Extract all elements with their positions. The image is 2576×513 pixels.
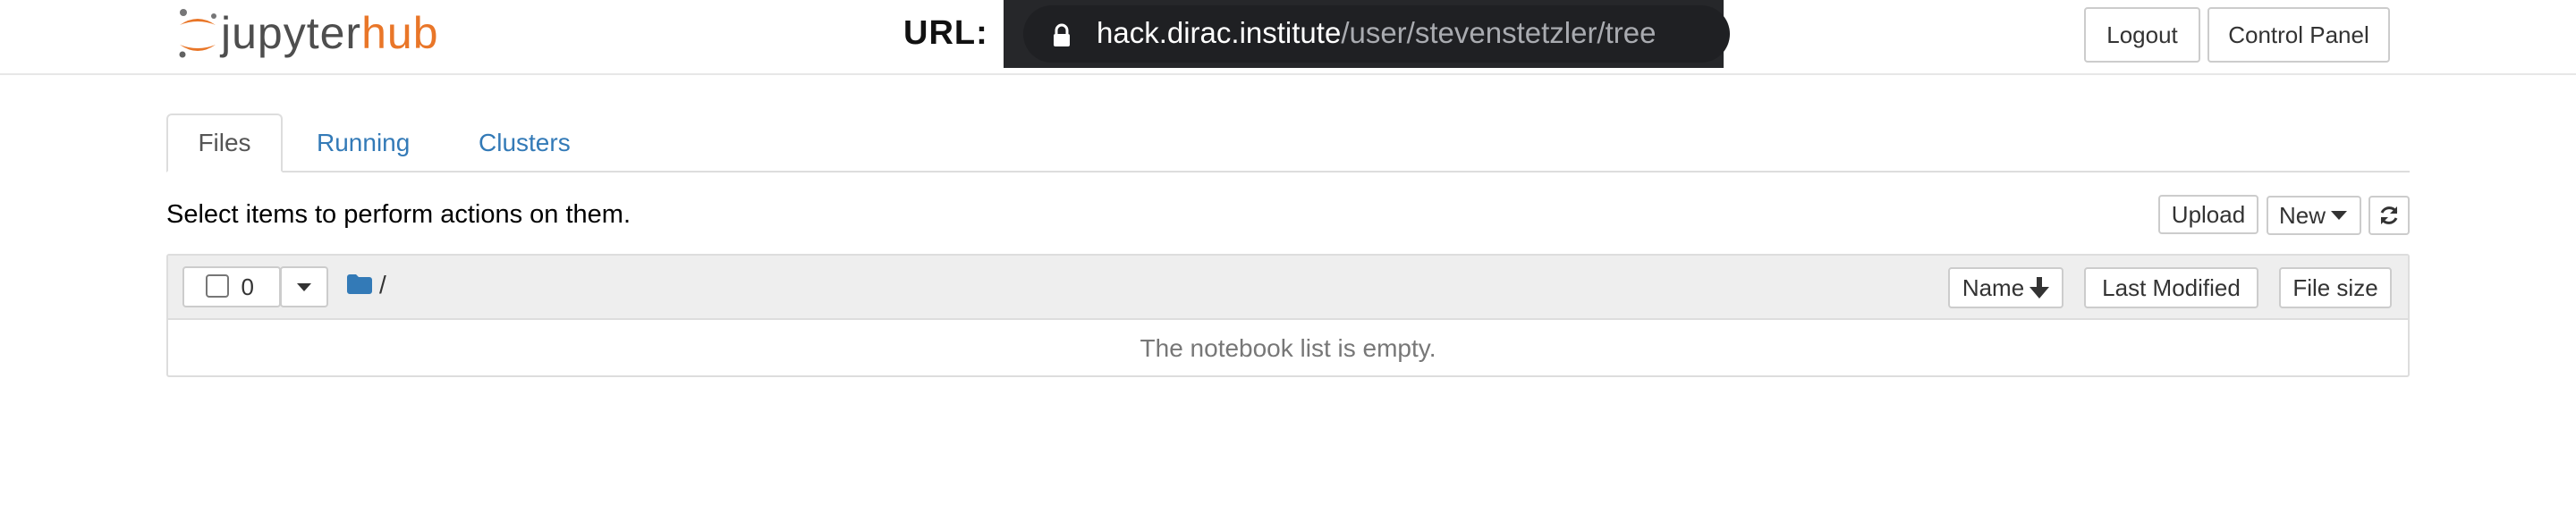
lock-icon <box>1054 23 1070 46</box>
refresh-icon <box>2380 206 2398 224</box>
notebook-list: The notebook list is empty. <box>166 254 2410 377</box>
tab-clusters[interactable]: Clusters <box>479 128 571 158</box>
arrow-down-icon <box>2029 277 2050 299</box>
breadcrumb-path[interactable]: / <box>379 270 386 300</box>
selection-menu-button[interactable] <box>280 266 328 307</box>
refresh-button[interactable] <box>2368 196 2410 235</box>
logo-text-hub: hub <box>361 8 439 58</box>
url-label: URL: <box>903 14 988 52</box>
logout-button[interactable]: Logout <box>2084 7 2200 63</box>
new-dropdown-button[interactable]: New <box>2267 196 2361 235</box>
sort-by-last-modified-button[interactable]: Last Modified <box>2084 267 2258 308</box>
jupyter-logo-icon <box>179 9 216 58</box>
selected-count: 0 <box>241 273 254 300</box>
url-address-text[interactable]: hack.dirac.institute/user/stevenstetzler… <box>1097 14 1656 52</box>
jupyterhub-logo[interactable]: jupyterhub <box>174 5 439 61</box>
notebook-list-header <box>168 256 2408 320</box>
top-navbar: jupyterhub URL: hack.dirac.institute/use… <box>0 0 2576 75</box>
select-all-button[interactable]: 0 <box>182 266 281 307</box>
folder-icon <box>347 274 372 294</box>
url-path: /user/stevenstetzler/tree <box>1341 16 1657 49</box>
tab-files[interactable]: Files <box>166 114 283 172</box>
sort-name-label: Name <box>1962 273 2025 301</box>
url-domain: hack.dirac.institute <box>1097 16 1342 49</box>
selection-hint: Select items to perform actions on them. <box>166 200 631 229</box>
tabs-divider <box>166 171 2410 172</box>
caret-down-icon <box>297 282 311 291</box>
upload-button[interactable]: Upload <box>2158 195 2258 234</box>
tab-running[interactable]: Running <box>317 128 410 158</box>
select-all-checkbox[interactable] <box>206 274 229 298</box>
sort-by-name-button[interactable]: Name <box>1948 267 2063 308</box>
sort-by-file-size-button[interactable]: File size <box>2279 267 2392 308</box>
new-button-label: New <box>2279 201 2326 229</box>
empty-list-message: The notebook list is empty. <box>1140 334 1436 362</box>
caret-down-icon <box>2331 211 2348 220</box>
control-panel-button[interactable]: Control Panel <box>2207 7 2390 63</box>
logo-text-jupyter: jupyter <box>221 8 362 58</box>
